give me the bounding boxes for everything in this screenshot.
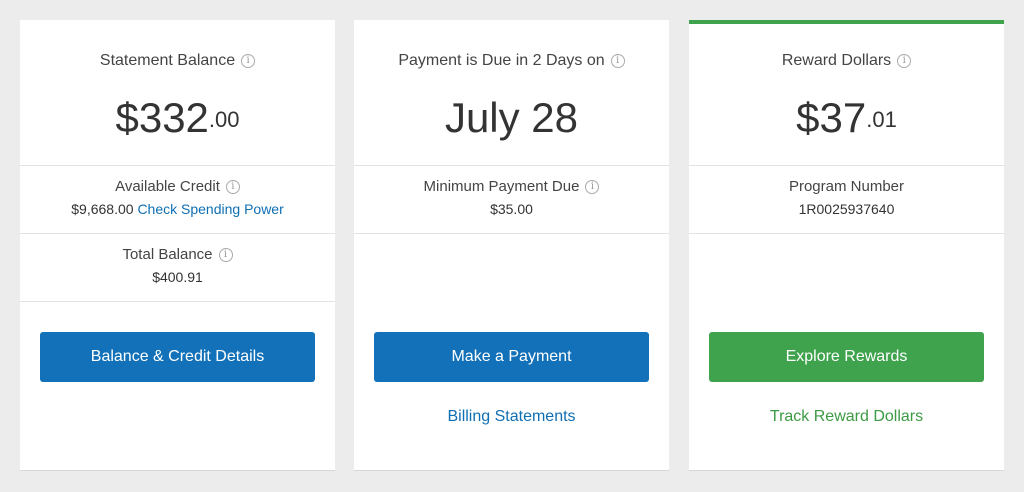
reward-dollars-cents: .01 [866, 107, 897, 132]
reward-dollars-header: Reward Dollars i $37.01 [689, 20, 1004, 166]
statement-balance-title-row: Statement Balance i [20, 52, 335, 70]
statement-balance-title: Statement Balance [99, 52, 236, 69]
available-credit-row: Available Credit i $9,668.00 Check Spend… [20, 166, 335, 234]
track-reward-dollars-row: Track Reward Dollars [689, 408, 1004, 426]
available-credit-value-row: $9,668.00 Check Spending Power [20, 201, 335, 217]
payment-due-header: Payment is Due in 2 Days on i July 28 [354, 20, 669, 166]
payment-due-title: Payment is Due in 2 Days on [398, 52, 605, 69]
statement-balance-cents: .00 [208, 107, 240, 132]
payment-due-title-row: Payment is Due in 2 Days on i [354, 52, 669, 70]
make-payment-button[interactable]: Make a Payment [374, 332, 649, 382]
info-icon[interactable]: i [585, 179, 600, 194]
explore-rewards-button[interactable]: Explore Rewards [709, 332, 984, 382]
program-number-row: Program Number 1R0025937640 [689, 166, 1004, 234]
total-balance-label: Total Balance [122, 246, 213, 263]
minimum-payment-value: $35.00 [490, 201, 533, 217]
reward-dollars-title-row: Reward Dollars i [689, 52, 1004, 70]
reward-dollars-card: Reward Dollars i $37.01 Program Number 1… [689, 20, 1004, 471]
minimum-payment-row: Minimum Payment Due i $35.00 [354, 166, 669, 234]
program-number-value: 1R0025937640 [798, 201, 895, 217]
info-icon[interactable]: i [225, 179, 240, 194]
minimum-payment-label: Minimum Payment Due [423, 178, 580, 195]
balance-credit-details-button[interactable]: Balance & Credit Details [40, 332, 315, 382]
account-summary-cards: Statement Balance i $332.00 Available Cr… [0, 0, 1024, 492]
statement-balance-amount: $332.00 [20, 94, 335, 142]
info-icon[interactable]: i [610, 54, 625, 68]
reward-dollars-amount: $37.01 [689, 94, 1004, 142]
total-balance-label-row: Total Balance i [20, 246, 335, 263]
available-credit-value: $9,668.00 [71, 201, 134, 217]
statement-balance-whole: $332 [115, 94, 209, 141]
info-icon[interactable]: i [218, 247, 233, 262]
available-credit-label: Available Credit [115, 178, 220, 195]
payment-due-card: Payment is Due in 2 Days on i July 28 Mi… [354, 20, 669, 471]
info-icon[interactable]: i [241, 54, 256, 68]
program-number-label: Program Number [788, 178, 905, 195]
total-balance-value: $400.91 [152, 269, 203, 285]
billing-statements-link[interactable]: Billing Statements [447, 408, 575, 425]
total-balance-row: Total Balance i $400.91 [20, 234, 335, 302]
statement-balance-card: Statement Balance i $332.00 Available Cr… [20, 20, 335, 471]
reward-dollars-whole: $37 [796, 94, 867, 141]
check-spending-power-link[interactable]: Check Spending Power [137, 201, 283, 217]
info-icon[interactable]: i [897, 54, 912, 68]
track-reward-dollars-link[interactable]: Track Reward Dollars [770, 408, 923, 425]
statement-balance-header: Statement Balance i $332.00 [20, 20, 335, 166]
reward-dollars-title: Reward Dollars [781, 52, 892, 69]
minimum-payment-label-row: Minimum Payment Due i [354, 178, 669, 195]
available-credit-label-row: Available Credit i [20, 178, 335, 195]
payment-due-date: July 28 [444, 94, 579, 141]
billing-statements-row: Billing Statements [354, 408, 669, 426]
